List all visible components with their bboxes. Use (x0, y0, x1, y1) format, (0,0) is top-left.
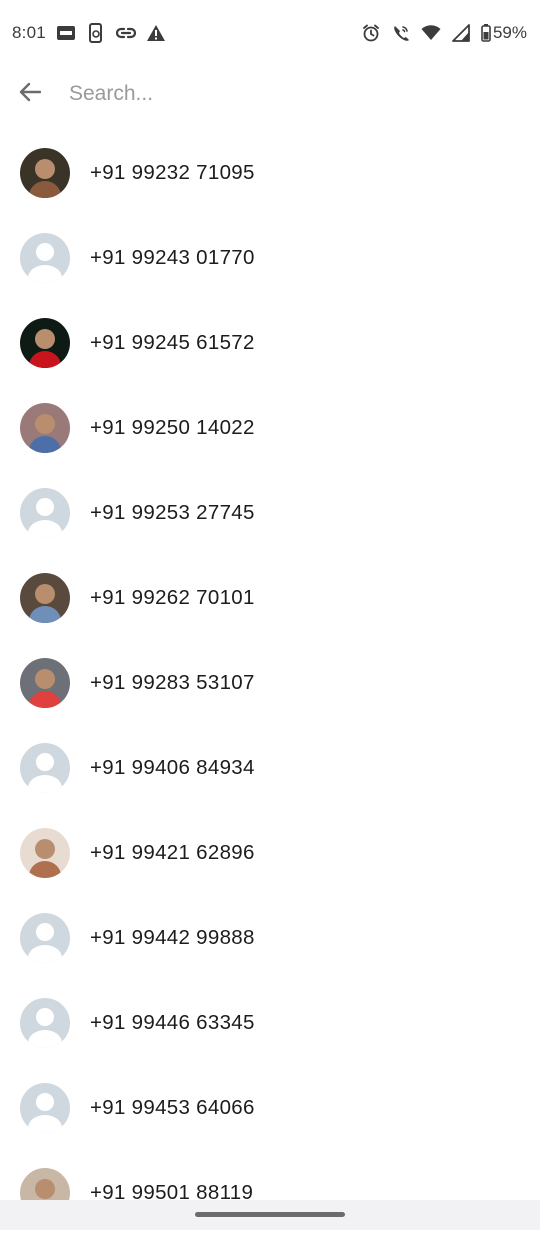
contact-row[interactable]: +91 99243 01770 (0, 215, 540, 300)
search-input[interactable] (69, 82, 509, 106)
contact-row[interactable]: +91 99245 61572 (0, 300, 540, 385)
contact-row[interactable]: +91 99253 27745 (0, 470, 540, 555)
search-bar (0, 66, 540, 122)
contact-phone-number: +91 99243 01770 (90, 245, 255, 269)
contact-photo (20, 402, 70, 453)
status-bar: 8:01 59% (0, 0, 540, 66)
contact-phone-number: +91 99406 84934 (90, 755, 255, 779)
phone-sync-icon (86, 23, 106, 43)
contact-phone-number: +91 99262 70101 (90, 585, 255, 609)
default-avatar-icon (20, 232, 70, 283)
contact-phone-number: +91 99250 14022 (90, 415, 255, 439)
link-icon (115, 23, 136, 43)
contact-phone-number: +91 99253 27745 (90, 500, 255, 524)
contact-phone-number: +91 99421 62896 (90, 840, 255, 864)
contact-row[interactable]: +91 99406 84934 (0, 725, 540, 810)
arrow-back-icon (19, 82, 42, 107)
contact-photo (20, 317, 70, 368)
default-avatar-icon (20, 487, 70, 538)
signal-icon (451, 23, 471, 43)
default-avatar-icon (20, 997, 70, 1048)
contact-row[interactable]: +91 99250 14022 (0, 385, 540, 470)
contact-row[interactable]: +91 99283 53107 (0, 640, 540, 725)
default-avatar-icon (20, 1082, 70, 1133)
warning-icon (146, 23, 166, 43)
contact-photo (20, 657, 70, 708)
navigation-bar (0, 1200, 540, 1230)
back-button[interactable] (0, 66, 60, 122)
contact-row[interactable]: +91 99453 64066 (0, 1065, 540, 1150)
default-avatar-icon (20, 742, 70, 793)
news-icon (56, 23, 76, 43)
contact-row[interactable]: +91 99232 71095 (0, 130, 540, 215)
battery-icon (481, 23, 491, 43)
contact-row[interactable]: +91 99421 62896 (0, 810, 540, 895)
contact-photo (20, 827, 70, 878)
contact-phone-number: +91 99442 99888 (90, 925, 255, 949)
wifi-calling-icon (391, 23, 411, 43)
default-avatar-icon (20, 912, 70, 963)
contact-phone-number: +91 99283 53107 (90, 670, 255, 694)
contact-photo (20, 147, 70, 198)
contact-phone-number: +91 99232 71095 (90, 160, 255, 184)
contact-photo (20, 572, 70, 623)
alarm-icon (361, 23, 381, 43)
contact-phone-number: +91 99245 61572 (90, 330, 255, 354)
status-time: 8:01 (12, 23, 46, 42)
contact-row[interactable]: +91 99446 63345 (0, 980, 540, 1065)
contact-list: +91 99232 71095 +91 99243 01770 +91 99245 … (0, 130, 540, 1235)
contact-row[interactable]: +91 99262 70101 (0, 555, 540, 640)
wifi-icon (421, 23, 441, 43)
home-gesture-handle[interactable] (195, 1212, 345, 1217)
contact-row[interactable]: +91 99442 99888 (0, 895, 540, 980)
contact-phone-number: +91 99453 64066 (90, 1095, 255, 1119)
contact-phone-number: +91 99446 63345 (90, 1010, 255, 1034)
battery-percent: 59% (492, 23, 527, 42)
